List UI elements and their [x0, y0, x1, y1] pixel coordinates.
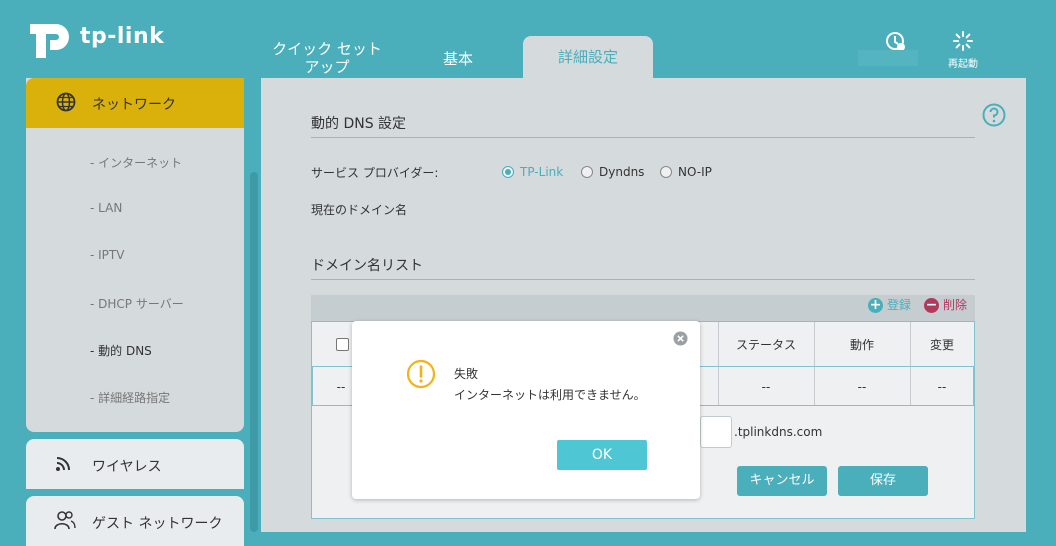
select-all-checkbox[interactable] — [336, 338, 349, 351]
add-button[interactable]: + 登録 — [868, 296, 911, 313]
radio-provider-dyndns[interactable]: Dyndns — [581, 165, 644, 179]
domain-list-title: ドメイン名リスト — [311, 258, 423, 274]
domain-suffix: .tplinkdns.com — [734, 425, 823, 439]
sidebar-subitem-dynamic-dns[interactable]: - 動的 DNS — [90, 342, 152, 359]
sidebar-item-network[interactable]: ネットワーク — [26, 78, 244, 128]
error-dialog: 失敗 インターネットは利用できません。 OK — [352, 321, 700, 499]
column-header-status: ステータス — [735, 338, 796, 352]
row-action-cell: -- — [857, 380, 867, 394]
reboot-button[interactable]: 再起動 — [940, 30, 986, 70]
header-status-area — [858, 50, 918, 66]
sidebar-item-network-label: ネットワーク — [92, 97, 176, 113]
sidebar-item-wireless[interactable]: ワイヤレス — [26, 439, 244, 489]
radio-dot — [660, 165, 672, 178]
domain-name-input[interactable] — [700, 416, 732, 448]
guest-users-icon — [54, 511, 76, 530]
sidebar-subitem-internet[interactable]: - インターネット — [90, 154, 182, 171]
help-icon — [982, 103, 1006, 127]
save-button[interactable]: 保存 — [838, 466, 928, 496]
current-domain-label: 現在のドメイン名 — [311, 203, 408, 217]
add-label: 登録 — [887, 298, 912, 312]
radio-provider-noip-label: NO-IP — [678, 165, 712, 179]
radio-dot — [502, 165, 514, 178]
sidebar-subitem-lan[interactable]: - LAN — [90, 201, 122, 215]
radio-provider-dyndns-label: Dyndns — [599, 165, 645, 179]
sidebar-item-guest-network[interactable]: ゲスト ネットワーク — [26, 496, 244, 546]
column-header-modify: 変更 — [929, 338, 954, 352]
dns-settings-title: 動的 DNS 設定 — [311, 116, 407, 132]
radio-provider-tplink[interactable]: TP-Link — [502, 165, 563, 179]
dialog-message: インターネットは利用できません。 — [454, 388, 646, 402]
delete-button[interactable]: − 削除 — [924, 296, 967, 313]
tab-quick-setup[interactable]: クイック セット アップ — [262, 40, 392, 82]
help-button[interactable] — [982, 103, 1006, 127]
plus-icon: + — [868, 297, 883, 313]
sidebar-subitem-advanced-routing[interactable]: - 詳細経路指定 — [90, 389, 170, 406]
radio-provider-noip[interactable]: NO-IP — [660, 165, 712, 179]
tp-link-logo-icon — [30, 24, 69, 58]
cancel-button[interactable]: キャンセル — [737, 466, 827, 496]
sidebar-item-wireless-label: ワイヤレス — [92, 459, 162, 475]
divider — [311, 137, 975, 138]
dialog-title: 失敗 — [454, 367, 479, 381]
reboot-label: 再起動 — [948, 59, 978, 70]
ok-button[interactable]: OK — [557, 440, 647, 470]
service-provider-label: サービス プロバイダー: — [311, 166, 439, 180]
tab-advanced[interactable]: 詳細設定 — [523, 36, 653, 78]
globe-icon — [56, 92, 76, 112]
delete-label: 削除 — [943, 298, 968, 312]
sidebar-item-guest-label: ゲスト ネットワーク — [92, 516, 223, 532]
minus-icon: − — [924, 297, 939, 313]
radio-provider-tplink-label: TP-Link — [520, 165, 564, 179]
divider — [311, 279, 975, 280]
close-icon[interactable] — [673, 331, 688, 346]
column-header-action: 動作 — [849, 338, 874, 352]
warning-icon — [406, 359, 436, 389]
sidebar-scrollbar[interactable] — [250, 172, 258, 532]
tab-quick-setup-line2: アップ — [304, 58, 350, 76]
wifi-icon — [56, 457, 70, 471]
tab-quick-setup-line1: クイック セット — [272, 40, 382, 58]
row-modify-cell: -- — [937, 380, 947, 394]
sidebar-subitem-iptv[interactable]: - IPTV — [90, 248, 124, 262]
sidebar-network-panel: ネットワーク - インターネット - LAN - IPTV - DHCP サーバ… — [26, 78, 244, 432]
sidebar-subitem-dhcp[interactable]: - DHCP サーバー — [90, 295, 184, 312]
reboot-icon — [953, 31, 973, 51]
page-background: tp-link クイック セット アップ 基本 詳細設定 再起動 ネットワーク … — [0, 0, 1056, 546]
row-status-cell: -- — [761, 380, 771, 394]
radio-dot — [581, 165, 593, 178]
logo-text: tp-link — [80, 24, 165, 49]
